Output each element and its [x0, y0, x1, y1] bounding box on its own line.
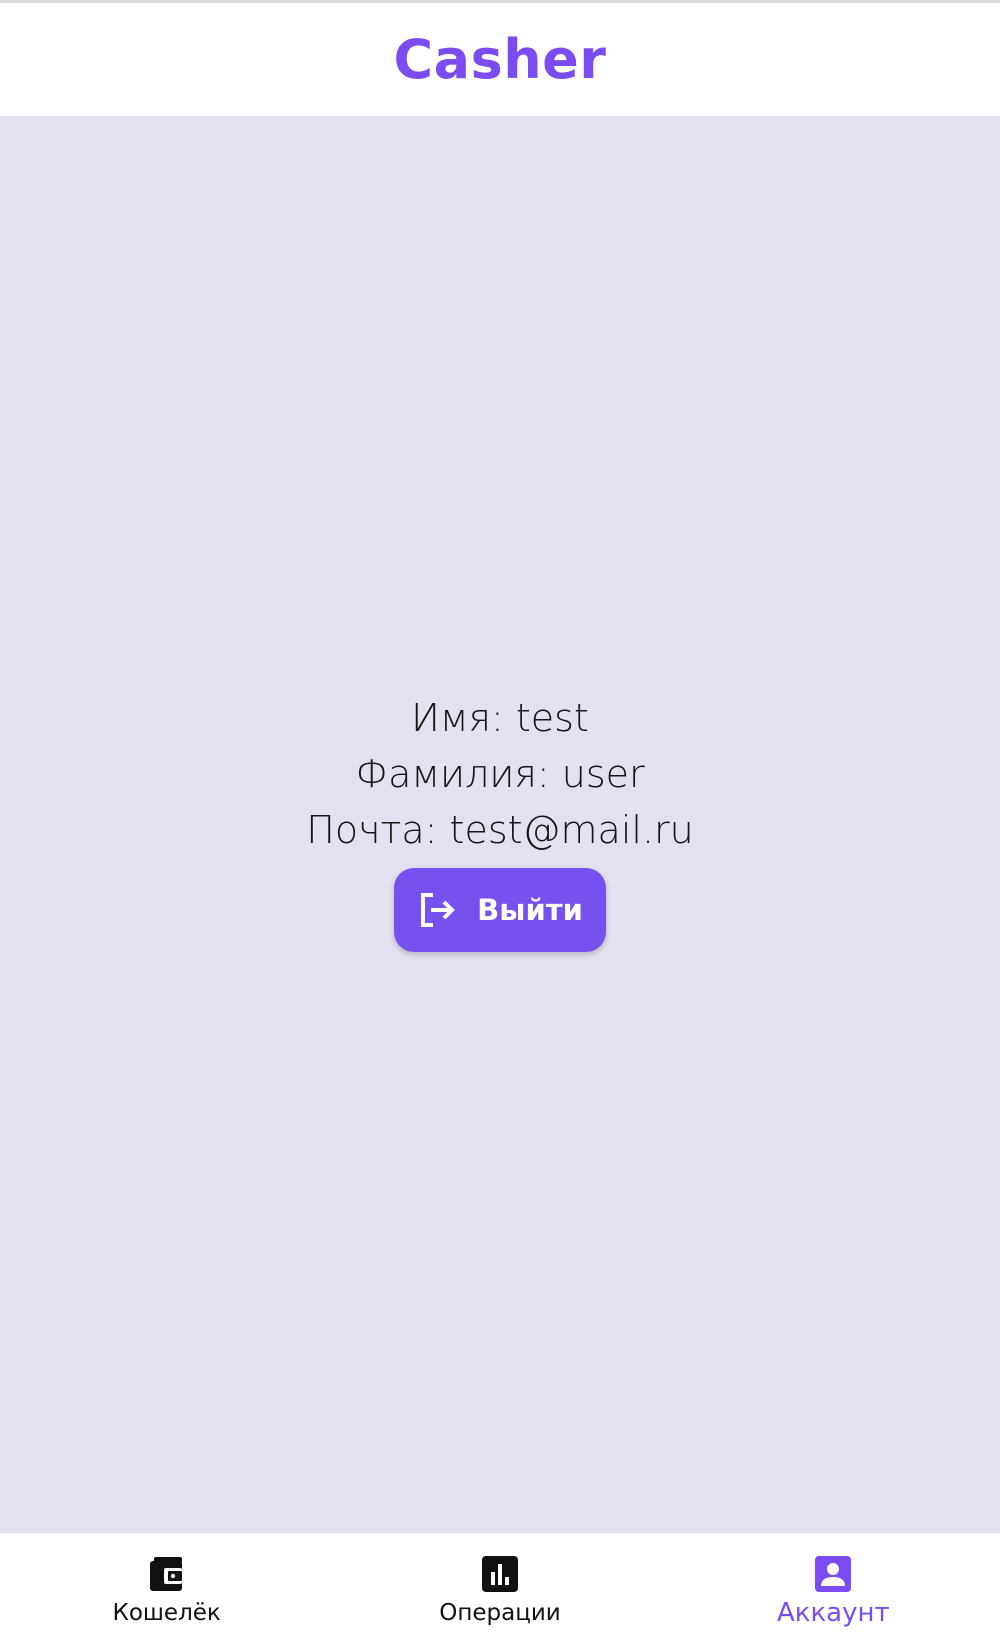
bar-chart-icon — [481, 1556, 518, 1592]
bottom-navigation: Кошелёк Операции Аккаунт — [0, 1533, 1000, 1646]
nav-label-wallet: Кошелёк — [112, 1600, 221, 1626]
account-content: Имя: test Фамилия: user Почта: test@mail… — [0, 116, 1000, 1533]
account-icon — [815, 1556, 852, 1592]
logout-button[interactable]: Выйти — [394, 868, 606, 952]
wallet-icon — [149, 1557, 182, 1591]
logout-icon — [421, 893, 455, 927]
app-header: Casher — [0, 3, 1000, 116]
app-title: Casher — [393, 28, 607, 91]
app-screen: Casher Имя: test Фамилия: user Почта: te… — [0, 0, 1000, 1646]
nav-label-account: Аккаунт — [776, 1598, 890, 1628]
nav-item-wallet[interactable]: Кошелёк — [0, 1533, 333, 1646]
nav-label-operations: Операции — [439, 1600, 561, 1626]
profile-surname: Фамилия: user — [355, 752, 645, 796]
profile-email: Почта: test@mail.ru — [306, 808, 694, 852]
logout-label: Выйти — [477, 893, 583, 927]
nav-item-operations[interactable]: Операции — [333, 1533, 666, 1646]
nav-item-account[interactable]: Аккаунт — [667, 1533, 1000, 1646]
profile-name: Имя: test — [411, 696, 589, 740]
profile-info: Имя: test Фамилия: user Почта: test@mail… — [0, 690, 1000, 952]
